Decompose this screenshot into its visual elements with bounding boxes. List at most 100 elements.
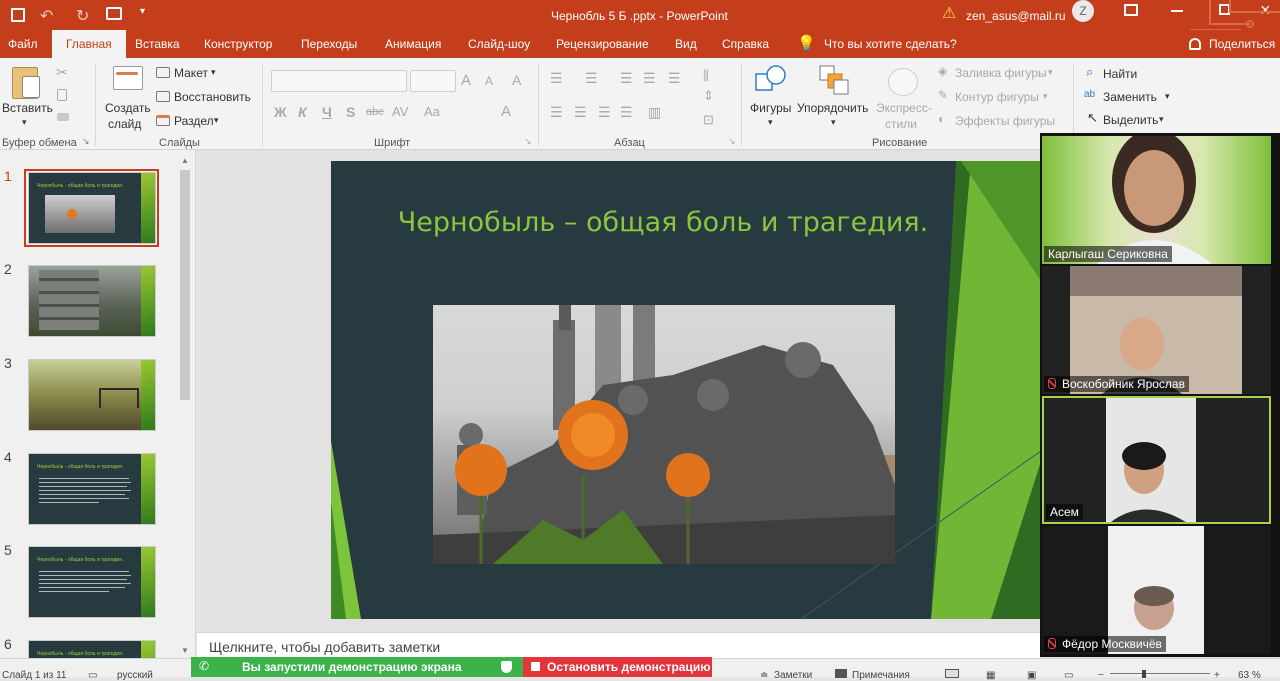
tab-insert[interactable]: Вставка [135, 37, 180, 51]
shape-effects-icon[interactable]: ◐ [938, 112, 945, 126]
slideshow-view-icon[interactable]: ▭ [1064, 670, 1073, 681]
arrange-dropdown-icon[interactable]: ▾ [831, 117, 836, 128]
spelling-icon[interactable]: ▭ [88, 670, 97, 681]
slide-thumbnail-5[interactable]: Чернобыль - общая боль и трагедия. [28, 546, 156, 618]
scroll-down-icon[interactable]: ▼ [181, 646, 189, 655]
slide-thumbnail-1[interactable]: Чернобыль - общая боль и трагедия. [28, 172, 156, 244]
tab-animations[interactable]: Анимация [385, 37, 441, 51]
underline-button[interactable]: Ч [322, 104, 332, 120]
numbering-icon[interactable]: ☰ [585, 70, 598, 87]
smartart-icon[interactable]: ⊡ [703, 112, 714, 128]
new-slide-button[interactable]: Создать [105, 101, 151, 115]
language-indicator[interactable]: русский [117, 670, 153, 681]
layout-dropdown-icon[interactable]: ▾ [211, 67, 216, 78]
grow-font-icon[interactable]: A [461, 72, 471, 89]
align-text-icon[interactable]: ⇕ [703, 88, 714, 104]
participant-tile-active[interactable]: Асем [1042, 396, 1271, 524]
participant-tile[interactable]: Фёдор Москвичёв [1042, 526, 1271, 654]
shapes-button[interactable]: Фигуры [750, 101, 791, 115]
columns-icon[interactable]: ▥ [648, 104, 661, 121]
arrange-button[interactable]: Упорядочить [797, 101, 868, 115]
slide-thumbnail-6[interactable]: Чернобыль - общая боль и трагедия. [28, 640, 156, 658]
shape-outline-icon[interactable]: ✎ [938, 88, 948, 102]
justify-icon[interactable]: ☰ [620, 104, 633, 121]
participant-tile[interactable]: Карлыгаш Сериковна [1042, 136, 1271, 264]
find-icon[interactable]: ⌕ [1086, 64, 1093, 80]
slide-thumbnail-4[interactable]: Чернобыль - общая боль и трагедия. [28, 453, 156, 525]
shapes-dropdown-icon[interactable]: ▾ [768, 117, 773, 128]
reading-view-icon[interactable]: ▣ [1027, 670, 1036, 681]
section-dropdown-icon[interactable]: ▾ [214, 115, 219, 126]
text-direction-icon[interactable]: ⫼ [703, 68, 709, 84]
tab-transitions[interactable]: Переходы [301, 37, 357, 51]
replace-icon[interactable]: ab [1084, 89, 1095, 100]
tell-me-search[interactable]: Что вы хотите сделать? [824, 37, 957, 51]
slide-title[interactable]: Чернобыль – общая боль и трагедия. [331, 207, 995, 238]
shapes-icon[interactable] [754, 64, 788, 96]
slide-thumbnail-2[interactable] [28, 265, 156, 337]
italic-button[interactable]: К [298, 104, 307, 120]
new-slide-button-line2[interactable]: слайд [108, 117, 141, 131]
customize-qat-icon[interactable]: ▾ [140, 6, 145, 17]
current-slide[interactable]: Чернобыль – общая боль и трагедия. [331, 161, 1041, 619]
thumbnails-scrollbar[interactable]: ▲ ▼ [178, 156, 192, 656]
paste-dropdown-icon[interactable]: ▾ [22, 117, 27, 128]
font-color-icon[interactable]: A [501, 103, 511, 120]
scrollbar-thumb[interactable] [180, 170, 190, 400]
copy-icon[interactable] [57, 89, 67, 101]
paste-button[interactable]: Вставить [2, 101, 53, 115]
tab-home[interactable]: Главная [52, 30, 126, 58]
account-email[interactable]: zen_asus@mail.ru [966, 9, 1066, 23]
share-button[interactable]: Поделиться [1209, 37, 1275, 51]
increase-indent-icon[interactable]: ☰ [643, 70, 656, 87]
slideshow-icon[interactable] [106, 7, 122, 20]
shape-outline-dropdown-icon[interactable]: ▾ [1043, 91, 1048, 102]
clear-format-icon[interactable]: A [512, 72, 521, 88]
decrease-indent-icon[interactable]: ☰ [620, 70, 633, 87]
slide-photo-chernobyl-memorial[interactable] [433, 305, 895, 564]
font-size-select[interactable] [410, 70, 456, 92]
format-painter-icon[interactable] [57, 113, 69, 121]
layout-button[interactable]: Макет [174, 66, 208, 80]
bold-button[interactable]: Ж [274, 104, 287, 120]
select-button[interactable]: Выделить [1103, 113, 1158, 127]
tab-help[interactable]: Справка [722, 37, 769, 51]
shrink-font-icon[interactable]: A [485, 74, 493, 88]
stop-share-button[interactable]: Остановить демонстрацию [523, 657, 712, 677]
select-dropdown-icon[interactable]: ▾ [1159, 114, 1164, 125]
notes-placeholder[interactable]: Щелкните, чтобы добавить заметки [209, 639, 440, 655]
quick-styles-icon[interactable] [888, 68, 918, 96]
find-button[interactable]: Найти [1103, 67, 1137, 81]
bullets-icon[interactable]: ☰ [550, 70, 563, 87]
zoom-level[interactable]: 63 % [1238, 670, 1261, 681]
notes-pane[interactable]: Щелкните, чтобы добавить заметки [197, 632, 1040, 658]
line-spacing-icon[interactable]: ☰ [668, 70, 681, 87]
zoom-slider[interactable] [1110, 673, 1210, 674]
participant-tile[interactable]: Воскобойник Ярослав [1042, 266, 1271, 394]
align-right-icon[interactable]: ☰ [598, 104, 611, 121]
tab-slideshow[interactable]: Слайд-шоу [468, 37, 530, 51]
align-center-icon[interactable]: ☰ [574, 104, 587, 121]
notes-toggle[interactable]: Заметки [774, 670, 812, 681]
zoom-in-icon[interactable]: + [1214, 670, 1220, 681]
font-launcher-icon[interactable]: ↘ [524, 136, 532, 147]
save-icon[interactable] [11, 8, 25, 22]
section-button[interactable]: Раздел [174, 114, 214, 128]
slide-thumbnail-3[interactable] [28, 359, 156, 431]
clipboard-launcher-icon[interactable]: ↘ [82, 136, 90, 147]
align-left-icon[interactable]: ☰ [550, 104, 563, 121]
shape-fill-icon[interactable]: ◈ [938, 64, 947, 78]
quick-styles-button[interactable]: Экспресс- [876, 101, 932, 115]
replace-dropdown-icon[interactable]: ▾ [1165, 91, 1170, 102]
font-name-select[interactable] [271, 70, 407, 92]
strikethrough-button[interactable]: abc [366, 106, 384, 118]
redo-icon[interactable]: ↻ [76, 6, 89, 26]
shape-outline-button[interactable]: Контур фигуры [955, 90, 1039, 104]
zoom-out-icon[interactable]: − [1098, 670, 1104, 681]
shape-fill-dropdown-icon[interactable]: ▾ [1048, 67, 1053, 78]
shadow-button[interactable]: S [346, 104, 355, 120]
new-slide-icon[interactable] [113, 66, 143, 90]
select-icon[interactable]: ↖ [1087, 110, 1098, 126]
stop-share-label[interactable]: Остановить демонстрацию [547, 660, 710, 674]
paragraph-launcher-icon[interactable]: ↘ [728, 136, 736, 147]
